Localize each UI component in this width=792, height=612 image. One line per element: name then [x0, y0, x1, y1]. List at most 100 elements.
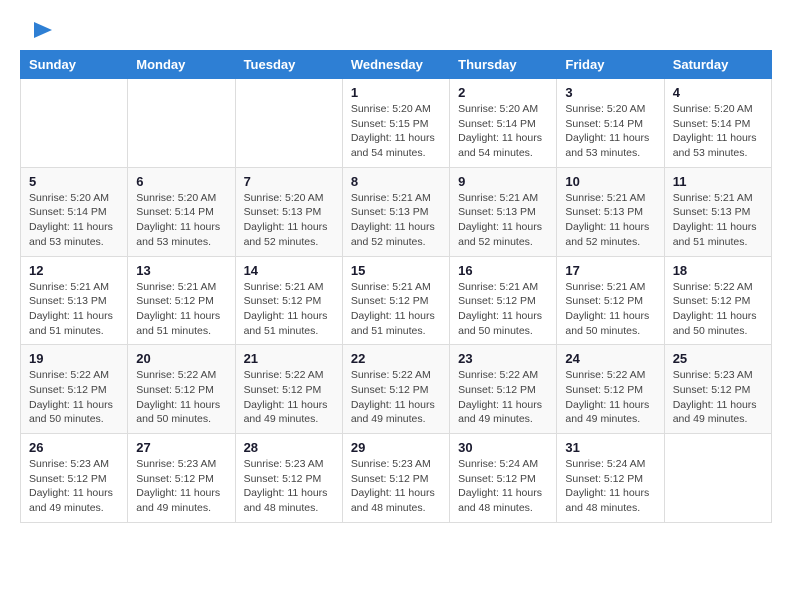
- day-info: Sunrise: 5:22 AMSunset: 5:12 PMDaylight:…: [673, 281, 757, 337]
- calendar-body: 1 Sunrise: 5:20 AMSunset: 5:15 PMDayligh…: [21, 79, 772, 523]
- day-info: Sunrise: 5:23 AMSunset: 5:12 PMDaylight:…: [673, 369, 757, 425]
- week-row-2: 5 Sunrise: 5:20 AMSunset: 5:14 PMDayligh…: [21, 167, 772, 256]
- day-cell: 1 Sunrise: 5:20 AMSunset: 5:15 PMDayligh…: [342, 79, 449, 168]
- day-number: 26: [29, 440, 119, 455]
- day-number: 6: [136, 174, 226, 189]
- day-info: Sunrise: 5:23 AMSunset: 5:12 PMDaylight:…: [244, 458, 328, 514]
- logo: [20, 20, 54, 40]
- day-cell: 14 Sunrise: 5:21 AMSunset: 5:12 PMDaylig…: [235, 256, 342, 345]
- day-cell: 23 Sunrise: 5:22 AMSunset: 5:12 PMDaylig…: [450, 345, 557, 434]
- day-number: 30: [458, 440, 548, 455]
- header-cell-sunday: Sunday: [21, 51, 128, 79]
- day-number: 24: [565, 351, 655, 366]
- calendar-header: SundayMondayTuesdayWednesdayThursdayFrid…: [21, 51, 772, 79]
- day-cell: 17 Sunrise: 5:21 AMSunset: 5:12 PMDaylig…: [557, 256, 664, 345]
- day-cell: [128, 79, 235, 168]
- day-cell: 16 Sunrise: 5:21 AMSunset: 5:12 PMDaylig…: [450, 256, 557, 345]
- day-number: 23: [458, 351, 548, 366]
- day-number: 21: [244, 351, 334, 366]
- day-cell: 27 Sunrise: 5:23 AMSunset: 5:12 PMDaylig…: [128, 434, 235, 523]
- day-number: 15: [351, 263, 441, 278]
- day-info: Sunrise: 5:23 AMSunset: 5:12 PMDaylight:…: [29, 458, 113, 514]
- day-cell: 18 Sunrise: 5:22 AMSunset: 5:12 PMDaylig…: [664, 256, 771, 345]
- day-info: Sunrise: 5:22 AMSunset: 5:12 PMDaylight:…: [351, 369, 435, 425]
- day-info: Sunrise: 5:20 AMSunset: 5:14 PMDaylight:…: [565, 103, 649, 159]
- day-info: Sunrise: 5:20 AMSunset: 5:15 PMDaylight:…: [351, 103, 435, 159]
- day-number: 4: [673, 85, 763, 100]
- day-number: 27: [136, 440, 226, 455]
- week-row-3: 12 Sunrise: 5:21 AMSunset: 5:13 PMDaylig…: [21, 256, 772, 345]
- header-row: SundayMondayTuesdayWednesdayThursdayFrid…: [21, 51, 772, 79]
- header-cell-friday: Friday: [557, 51, 664, 79]
- day-cell: 20 Sunrise: 5:22 AMSunset: 5:12 PMDaylig…: [128, 345, 235, 434]
- week-row-5: 26 Sunrise: 5:23 AMSunset: 5:12 PMDaylig…: [21, 434, 772, 523]
- day-cell: 22 Sunrise: 5:22 AMSunset: 5:12 PMDaylig…: [342, 345, 449, 434]
- day-info: Sunrise: 5:24 AMSunset: 5:12 PMDaylight:…: [458, 458, 542, 514]
- day-cell: 15 Sunrise: 5:21 AMSunset: 5:12 PMDaylig…: [342, 256, 449, 345]
- day-cell: 5 Sunrise: 5:20 AMSunset: 5:14 PMDayligh…: [21, 167, 128, 256]
- day-cell: 25 Sunrise: 5:23 AMSunset: 5:12 PMDaylig…: [664, 345, 771, 434]
- day-info: Sunrise: 5:21 AMSunset: 5:13 PMDaylight:…: [565, 192, 649, 248]
- day-cell: 12 Sunrise: 5:21 AMSunset: 5:13 PMDaylig…: [21, 256, 128, 345]
- day-info: Sunrise: 5:23 AMSunset: 5:12 PMDaylight:…: [351, 458, 435, 514]
- day-cell: 29 Sunrise: 5:23 AMSunset: 5:12 PMDaylig…: [342, 434, 449, 523]
- day-number: 1: [351, 85, 441, 100]
- day-number: 29: [351, 440, 441, 455]
- day-number: 28: [244, 440, 334, 455]
- header-cell-thursday: Thursday: [450, 51, 557, 79]
- day-number: 2: [458, 85, 548, 100]
- day-info: Sunrise: 5:21 AMSunset: 5:12 PMDaylight:…: [351, 281, 435, 337]
- calendar-table: SundayMondayTuesdayWednesdayThursdayFrid…: [20, 50, 772, 523]
- day-cell: 4 Sunrise: 5:20 AMSunset: 5:14 PMDayligh…: [664, 79, 771, 168]
- day-cell: 31 Sunrise: 5:24 AMSunset: 5:12 PMDaylig…: [557, 434, 664, 523]
- day-cell: 19 Sunrise: 5:22 AMSunset: 5:12 PMDaylig…: [21, 345, 128, 434]
- day-number: 25: [673, 351, 763, 366]
- day-info: Sunrise: 5:22 AMSunset: 5:12 PMDaylight:…: [29, 369, 113, 425]
- day-cell: 24 Sunrise: 5:22 AMSunset: 5:12 PMDaylig…: [557, 345, 664, 434]
- day-info: Sunrise: 5:23 AMSunset: 5:12 PMDaylight:…: [136, 458, 220, 514]
- day-cell: 30 Sunrise: 5:24 AMSunset: 5:12 PMDaylig…: [450, 434, 557, 523]
- day-number: 3: [565, 85, 655, 100]
- day-number: 8: [351, 174, 441, 189]
- day-info: Sunrise: 5:24 AMSunset: 5:12 PMDaylight:…: [565, 458, 649, 514]
- day-info: Sunrise: 5:22 AMSunset: 5:12 PMDaylight:…: [458, 369, 542, 425]
- day-info: Sunrise: 5:20 AMSunset: 5:14 PMDaylight:…: [673, 103, 757, 159]
- day-info: Sunrise: 5:22 AMSunset: 5:12 PMDaylight:…: [136, 369, 220, 425]
- day-info: Sunrise: 5:22 AMSunset: 5:12 PMDaylight:…: [244, 369, 328, 425]
- day-cell: 26 Sunrise: 5:23 AMSunset: 5:12 PMDaylig…: [21, 434, 128, 523]
- day-number: 11: [673, 174, 763, 189]
- week-row-1: 1 Sunrise: 5:20 AMSunset: 5:15 PMDayligh…: [21, 79, 772, 168]
- day-number: 9: [458, 174, 548, 189]
- day-info: Sunrise: 5:21 AMSunset: 5:12 PMDaylight:…: [565, 281, 649, 337]
- day-info: Sunrise: 5:20 AMSunset: 5:14 PMDaylight:…: [136, 192, 220, 248]
- day-cell: 21 Sunrise: 5:22 AMSunset: 5:12 PMDaylig…: [235, 345, 342, 434]
- day-info: Sunrise: 5:21 AMSunset: 5:13 PMDaylight:…: [351, 192, 435, 248]
- day-number: 10: [565, 174, 655, 189]
- day-info: Sunrise: 5:20 AMSunset: 5:14 PMDaylight:…: [29, 192, 113, 248]
- day-info: Sunrise: 5:21 AMSunset: 5:12 PMDaylight:…: [244, 281, 328, 337]
- day-cell: [21, 79, 128, 168]
- day-number: 17: [565, 263, 655, 278]
- day-info: Sunrise: 5:21 AMSunset: 5:12 PMDaylight:…: [458, 281, 542, 337]
- day-cell: [664, 434, 771, 523]
- day-info: Sunrise: 5:21 AMSunset: 5:12 PMDaylight:…: [136, 281, 220, 337]
- day-number: 5: [29, 174, 119, 189]
- header-cell-saturday: Saturday: [664, 51, 771, 79]
- day-cell: 3 Sunrise: 5:20 AMSunset: 5:14 PMDayligh…: [557, 79, 664, 168]
- day-number: 14: [244, 263, 334, 278]
- day-number: 16: [458, 263, 548, 278]
- day-info: Sunrise: 5:21 AMSunset: 5:13 PMDaylight:…: [673, 192, 757, 248]
- day-number: 19: [29, 351, 119, 366]
- header-cell-wednesday: Wednesday: [342, 51, 449, 79]
- day-number: 20: [136, 351, 226, 366]
- day-info: Sunrise: 5:20 AMSunset: 5:13 PMDaylight:…: [244, 192, 328, 248]
- week-row-4: 19 Sunrise: 5:22 AMSunset: 5:12 PMDaylig…: [21, 345, 772, 434]
- header-cell-tuesday: Tuesday: [235, 51, 342, 79]
- day-info: Sunrise: 5:21 AMSunset: 5:13 PMDaylight:…: [29, 281, 113, 337]
- day-number: 22: [351, 351, 441, 366]
- day-number: 13: [136, 263, 226, 278]
- day-cell: 28 Sunrise: 5:23 AMSunset: 5:12 PMDaylig…: [235, 434, 342, 523]
- day-number: 18: [673, 263, 763, 278]
- day-info: Sunrise: 5:21 AMSunset: 5:13 PMDaylight:…: [458, 192, 542, 248]
- day-cell: 6 Sunrise: 5:20 AMSunset: 5:14 PMDayligh…: [128, 167, 235, 256]
